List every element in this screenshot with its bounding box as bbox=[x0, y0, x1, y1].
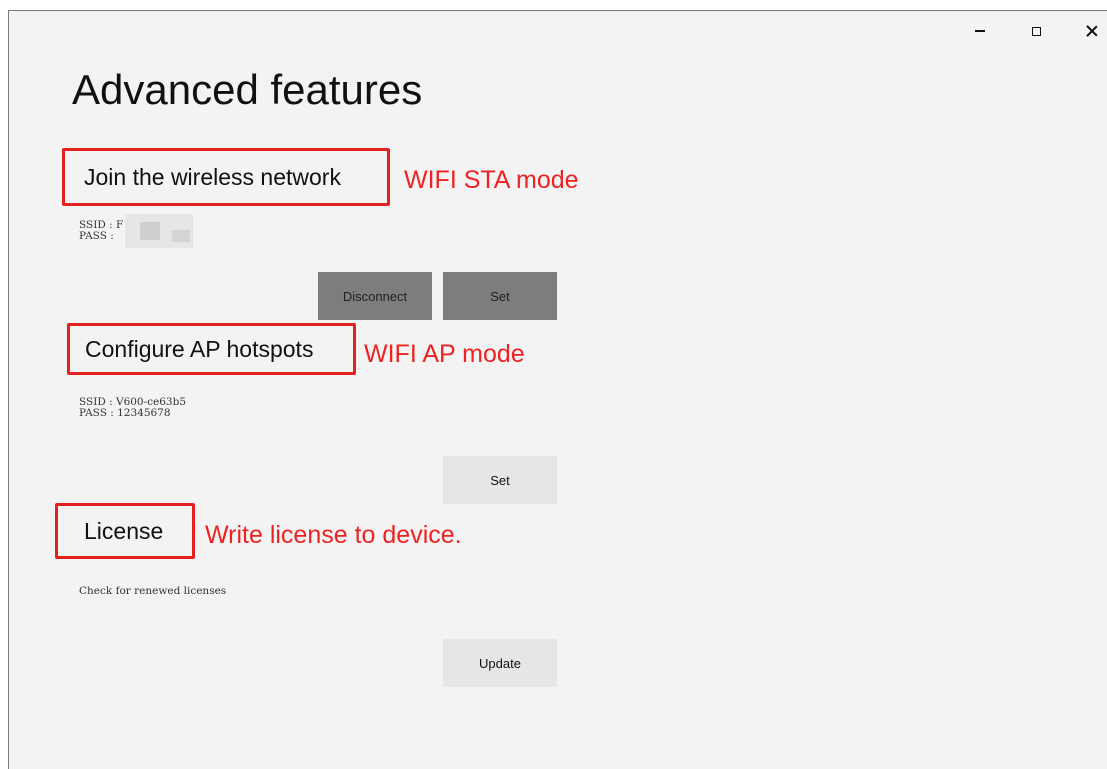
ap-heading-box: Configure AP hotspots bbox=[67, 323, 356, 375]
minimize-button[interactable] bbox=[957, 11, 1003, 51]
page-title: Advanced features bbox=[72, 66, 423, 113]
sta-heading-box: Join the wireless network bbox=[62, 148, 390, 206]
ap-annotation: WIFI AP mode bbox=[364, 340, 525, 368]
license-heading-box: License bbox=[55, 503, 195, 559]
sta-annotation: WIFI STA mode bbox=[404, 166, 579, 194]
disconnect-button[interactable]: Disconnect bbox=[318, 272, 432, 320]
ap-set-button[interactable]: Set bbox=[443, 456, 557, 504]
ap-heading: Configure AP hotspots bbox=[85, 335, 314, 362]
update-button[interactable]: Update bbox=[443, 639, 557, 687]
sta-pass: PASS : bbox=[79, 230, 118, 242]
maximize-icon bbox=[1031, 26, 1041, 36]
redacted-block bbox=[172, 230, 190, 242]
app-window bbox=[8, 10, 1107, 769]
redacted-block bbox=[140, 222, 160, 240]
license-annotation: Write license to device. bbox=[205, 521, 462, 549]
close-icon bbox=[1086, 25, 1098, 37]
license-heading: License bbox=[84, 517, 164, 544]
sta-set-button[interactable]: Set bbox=[443, 272, 557, 320]
maximize-button[interactable] bbox=[1013, 11, 1059, 51]
sta-heading: Join the wireless network bbox=[84, 163, 341, 190]
minimize-icon bbox=[975, 30, 985, 32]
license-status-text: Check for renewed licenses bbox=[79, 585, 227, 597]
ap-pass: PASS : 12345678 bbox=[79, 407, 171, 419]
close-button[interactable] bbox=[1069, 11, 1107, 51]
